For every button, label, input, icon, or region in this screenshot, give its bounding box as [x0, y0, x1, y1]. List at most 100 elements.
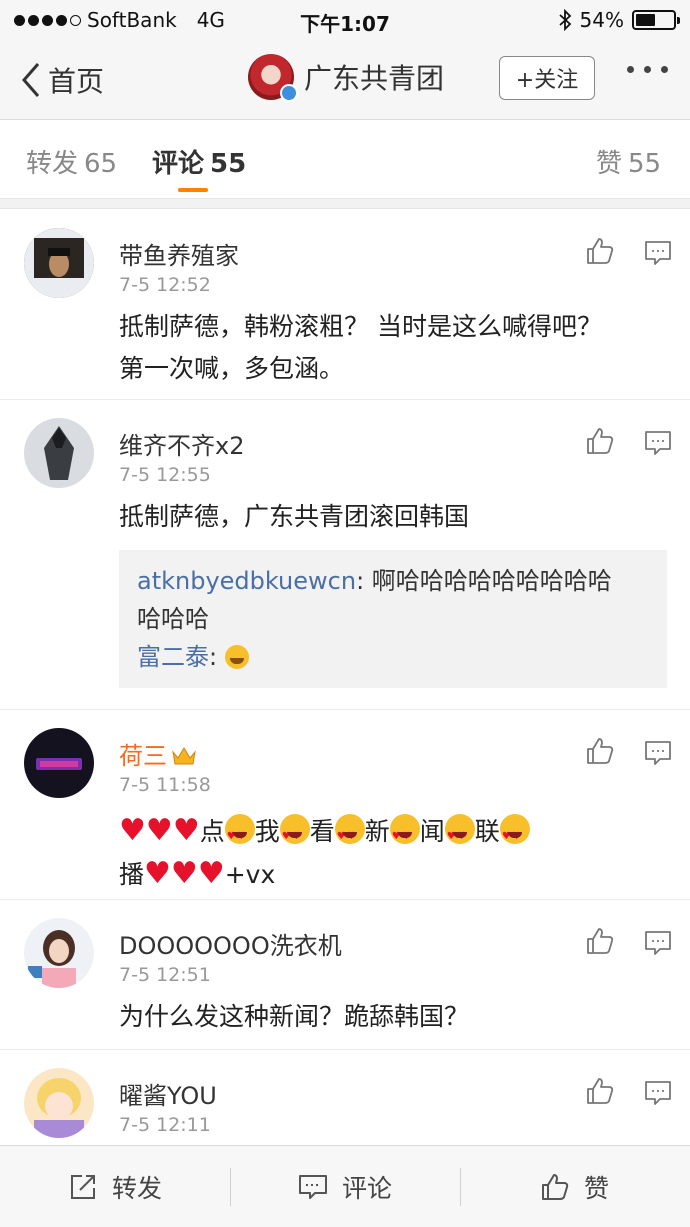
comment-text-line: ♥♥♥点我看新闻联 — [119, 810, 664, 858]
comment-icon[interactable] — [644, 430, 672, 456]
reply-text: : 啊哈哈哈哈哈哈哈哈哈 — [356, 567, 612, 595]
comment-icon[interactable] — [644, 1080, 672, 1106]
comment-text: 抵制萨德，广东共青团滚回韩国 — [119, 502, 470, 531]
thumbs-up-icon[interactable] — [585, 236, 615, 266]
timestamp: 7-5 11:58 — [119, 774, 211, 796]
comment-char: 播 — [119, 860, 145, 889]
comment-label: 评论 — [342, 1174, 393, 1203]
like-label: 赞 — [584, 1174, 610, 1203]
divider — [230, 1168, 231, 1206]
reply-text: : — [209, 643, 225, 671]
crown-icon — [172, 747, 196, 765]
timestamp: 7-5 12:51 — [119, 964, 211, 986]
heart-eyes-emoji-icon — [499, 814, 530, 858]
comment-char: 看 — [309, 817, 335, 846]
tab-comment[interactable]: 评论 55 — [152, 143, 246, 180]
tab-count: 65 — [84, 149, 118, 179]
heart-icon: ♥ — [170, 856, 198, 891]
comment-text: ♥♥♥点我看新闻联 播♥♥♥+vx — [119, 810, 664, 896]
verified-badge-icon — [280, 84, 298, 102]
avatar — [248, 54, 298, 102]
avatar[interactable] — [24, 728, 94, 798]
comment-item: 荷三 7-5 11:58 ♥♥♥点我看新闻联 播♥♥♥+vx — [0, 710, 690, 900]
thumbs-up-icon[interactable] — [585, 1076, 615, 1106]
comment-text: 为什么发这种新闻？跪舔韩国？ — [119, 1002, 470, 1031]
thumbs-up-icon[interactable] — [585, 736, 615, 766]
timestamp: 7-5 12:55 — [119, 464, 211, 486]
comment-char: 新 — [364, 817, 390, 846]
tab-label: 评论 — [152, 149, 205, 179]
tab-repost[interactable]: 转发 65 — [26, 143, 117, 180]
tab-label: 赞 — [596, 149, 623, 179]
heart-icon: ♥ — [172, 813, 200, 848]
divider — [0, 199, 690, 209]
nav-bar: 首页 广东共青团 +关注 — [0, 40, 690, 120]
share-icon — [71, 1175, 95, 1199]
comment-icon[interactable] — [644, 240, 672, 266]
comment-char: 闻 — [419, 817, 445, 846]
heart-icon: ♥ — [145, 813, 173, 848]
reply-item: atknbyedbkuewcn: 啊哈哈哈哈哈哈哈哈哈 — [137, 562, 649, 600]
comment-text-line: 第一次喊，多包涵。 — [119, 354, 345, 383]
back-button[interactable]: 首页 — [20, 60, 104, 100]
comment-text-line: 抵制萨德，韩粉滚粗？ 当时是这么喊得吧？ — [119, 312, 602, 341]
thumbs-up-icon[interactable] — [585, 426, 615, 456]
comment-item: DOOOOOOO洗衣机 7-5 12:51 为什么发这种新闻？跪舔韩国？ — [0, 900, 690, 1050]
heart-eyes-emoji-icon — [334, 814, 365, 858]
comment-button[interactable]: 评论 — [298, 1146, 392, 1227]
bottom-action-bar: 转发 评论 赞 — [0, 1145, 690, 1227]
avatar[interactable] — [24, 1068, 94, 1138]
heart-eyes-emoji-icon — [224, 814, 255, 858]
username[interactable]: 带鱼养殖家 — [119, 236, 239, 271]
avatar[interactable] — [24, 228, 94, 298]
heart-icon: ♥ — [119, 813, 146, 848]
username[interactable]: 荷三 — [119, 736, 197, 771]
tab-bar: 转发 65 评论 55 赞 55 — [0, 121, 690, 199]
username[interactable]: DOOOOOOO洗衣机 — [119, 926, 342, 961]
heart-icon: ♥ — [144, 856, 171, 891]
comment-icon[interactable] — [644, 930, 672, 956]
bluetooth-icon — [558, 9, 571, 31]
comment-icon[interactable] — [644, 740, 672, 766]
comment-char: +vx — [224, 860, 276, 889]
timestamp: 7-5 12:11 — [119, 1114, 211, 1136]
tab-indicator — [178, 188, 208, 192]
follow-button[interactable]: +关注 — [499, 56, 595, 100]
timestamp: 7-5 12:52 — [119, 274, 211, 296]
username[interactable]: 维齐不齐x2 — [119, 426, 244, 461]
heart-eyes-emoji-icon — [444, 814, 475, 858]
status-bar: SoftBank 4G 下午1:07 54% — [0, 0, 690, 40]
back-label: 首页 — [48, 65, 105, 98]
divider — [460, 1168, 461, 1206]
tab-count: 55 — [628, 149, 662, 179]
username[interactable]: 曜酱YOU — [119, 1076, 217, 1111]
heart-eyes-emoji-icon — [389, 814, 420, 858]
like-button[interactable]: 赞 — [540, 1146, 609, 1227]
comment-text-line: 播♥♥♥+vx — [119, 853, 664, 896]
reply-user-link[interactable]: 富二泰 — [137, 643, 209, 671]
profile-header[interactable]: 广东共青团 — [248, 54, 445, 102]
comment-item: 维齐不齐x2 7-5 12:55 抵制萨德，广东共青团滚回韩国 atknbyed… — [0, 400, 690, 710]
reply-text: 哈哈哈 — [137, 605, 209, 633]
tab-label: 转发 — [26, 149, 79, 179]
repost-button[interactable]: 转发 — [68, 1146, 162, 1227]
comment-item: 带鱼养殖家 7-5 12:52 抵制萨德，韩粉滚粗？ 当时是这么喊得吧？ 第一次… — [0, 210, 690, 400]
more-icon[interactable] — [627, 66, 668, 73]
comment-char: 点 — [199, 817, 225, 846]
comment-icon — [299, 1175, 327, 1199]
heart-eyes-emoji-icon — [279, 814, 310, 858]
thumbs-up-icon — [542, 1174, 569, 1200]
avatar[interactable] — [24, 418, 94, 488]
page-title: 广东共青团 — [304, 62, 445, 95]
avatar[interactable] — [24, 918, 94, 988]
repost-label: 转发 — [112, 1174, 163, 1203]
comment-char: 联 — [474, 817, 500, 846]
reply-preview[interactable]: atknbyedbkuewcn: 啊哈哈哈哈哈哈哈哈哈 哈哈哈 富二泰: — [119, 550, 667, 688]
tab-like[interactable]: 赞 55 — [596, 143, 661, 180]
comment-text: 抵制萨德，韩粉滚粗？ 当时是这么喊得吧？ 第一次喊，多包涵。 — [119, 306, 664, 390]
thumbs-up-icon[interactable] — [585, 926, 615, 956]
battery-icon — [632, 10, 680, 30]
chevron-left-icon — [22, 63, 40, 97]
battery-percent: 54% — [579, 8, 624, 32]
reply-user-link[interactable]: atknbyedbkuewcn — [137, 567, 356, 595]
